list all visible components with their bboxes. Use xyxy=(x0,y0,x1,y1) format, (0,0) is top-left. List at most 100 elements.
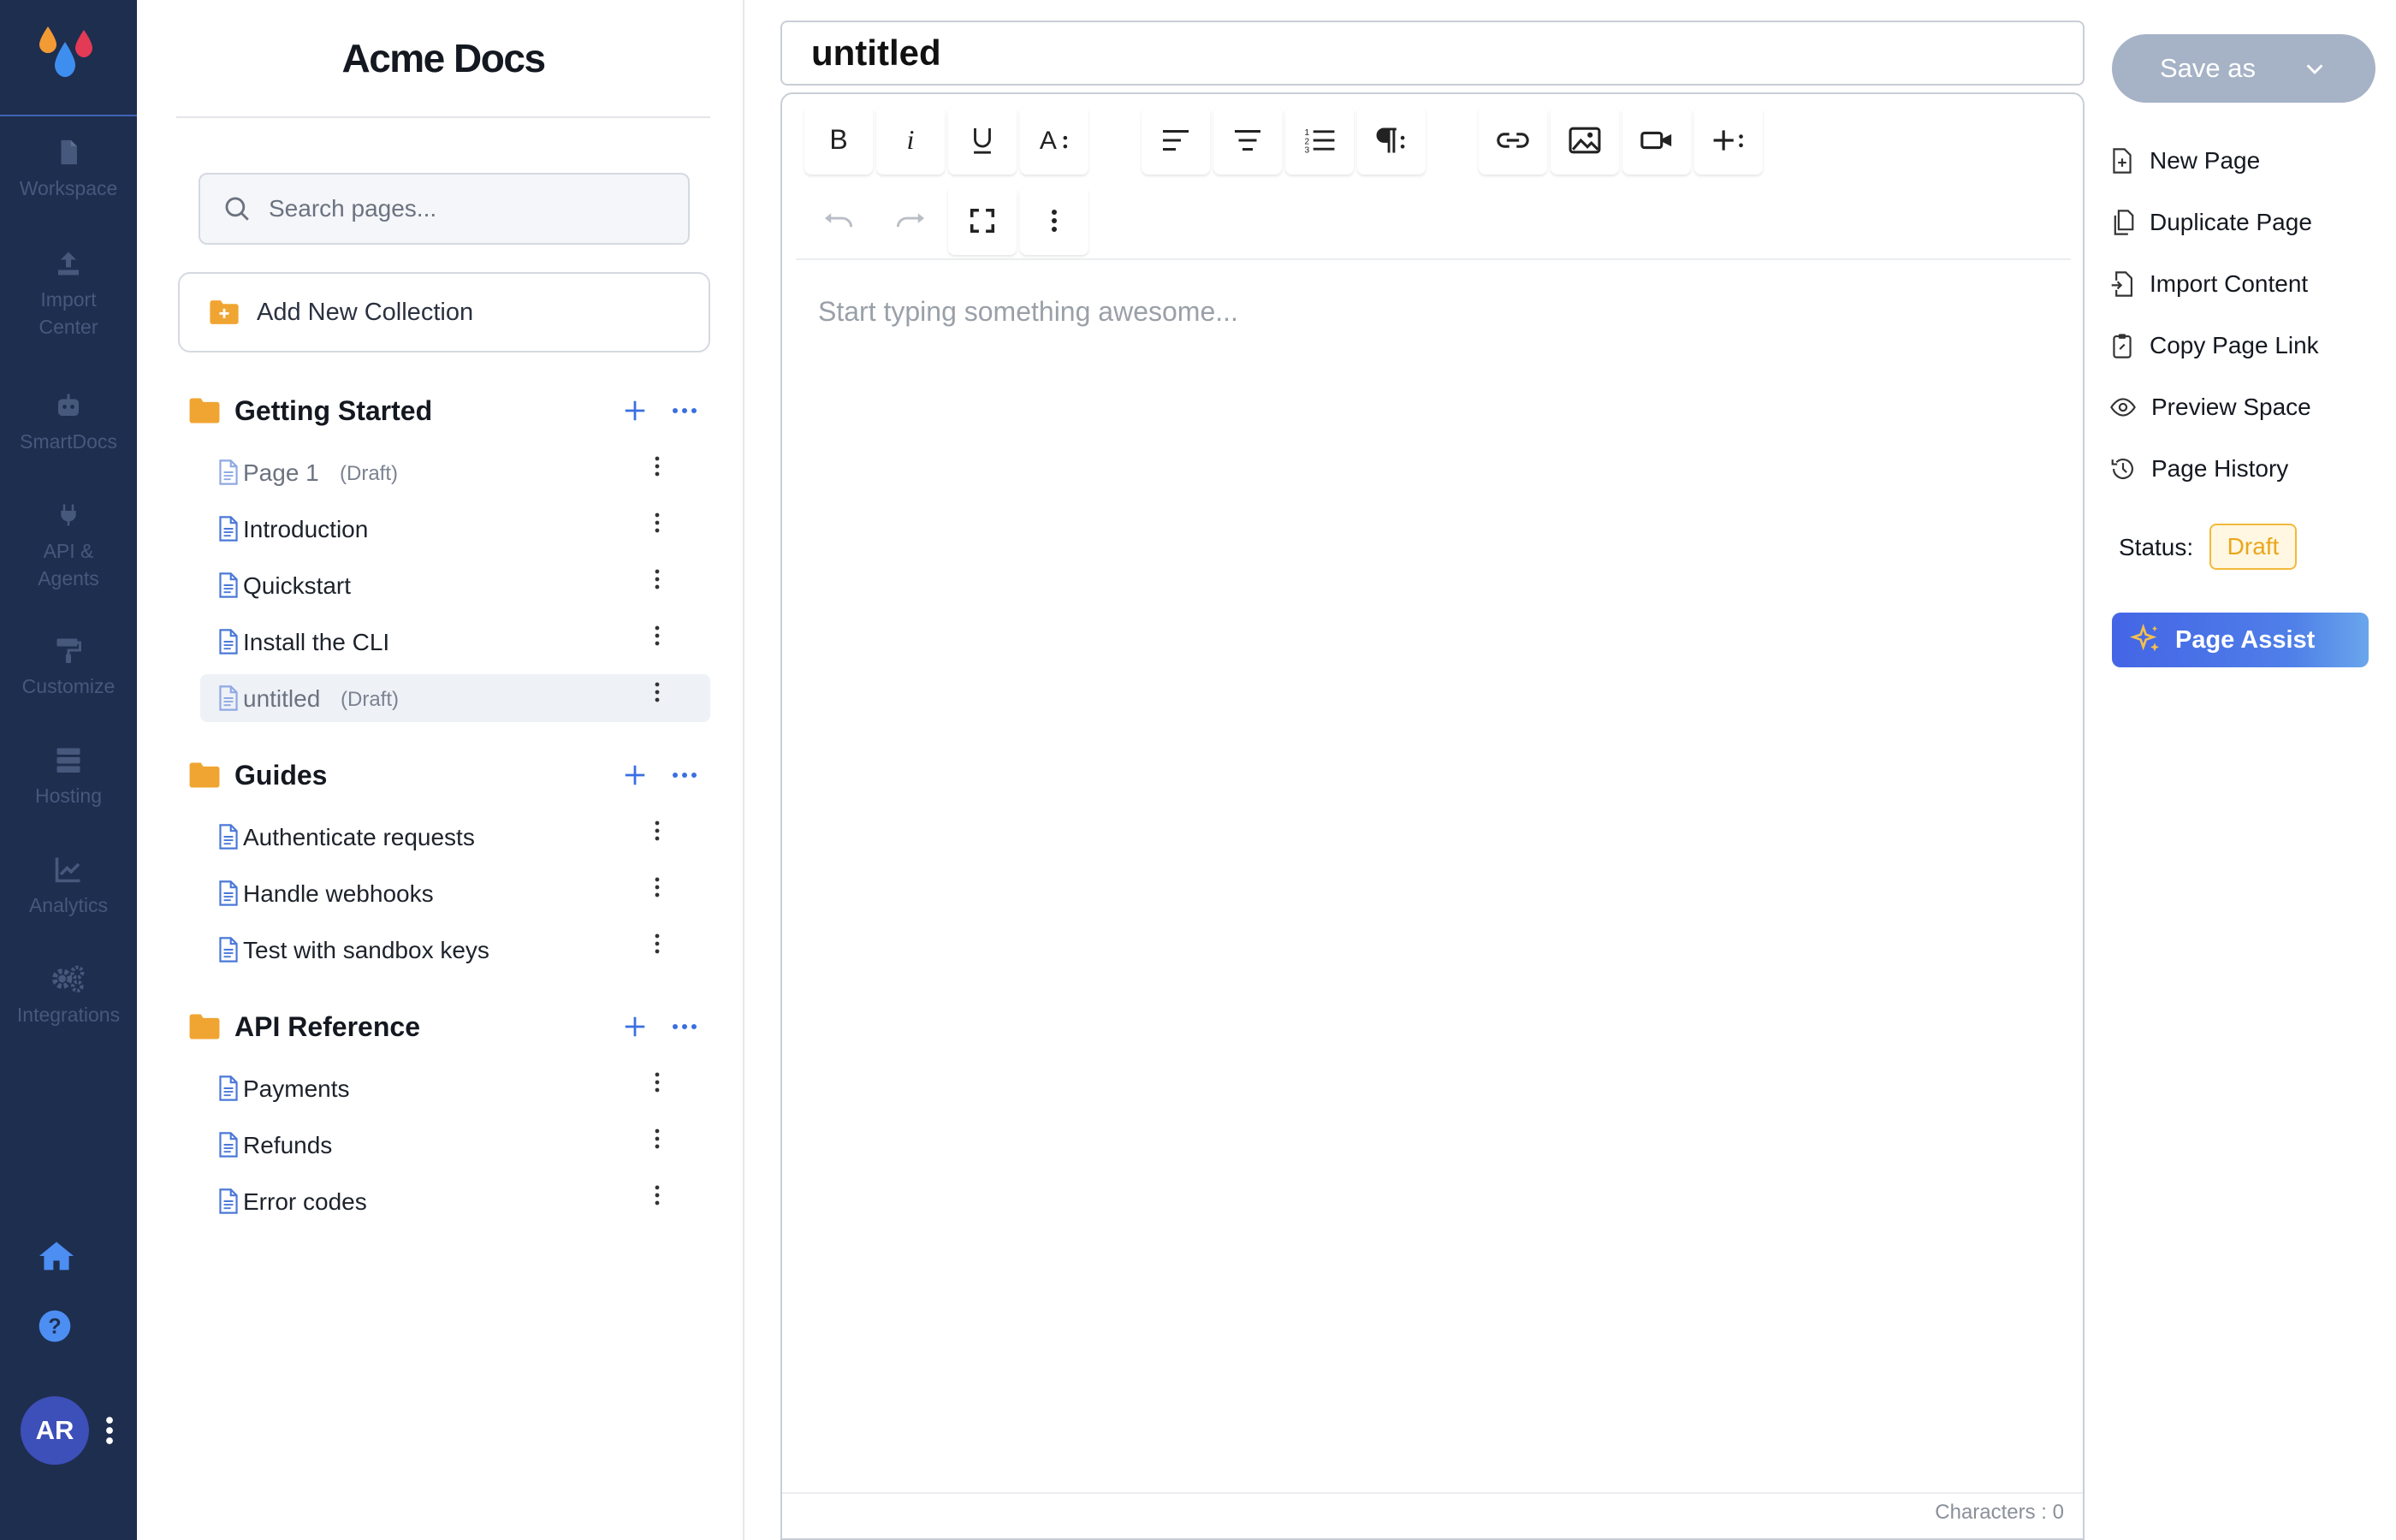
svg-text:A: A xyxy=(1040,127,1057,154)
align-left-icon xyxy=(1163,130,1189,151)
insert-more-button[interactable] xyxy=(1694,106,1763,175)
document-icon xyxy=(219,1075,238,1101)
text-style-button[interactable]: A xyxy=(1020,106,1088,175)
copy-icon xyxy=(2114,210,2134,235)
toolbar-divider xyxy=(796,258,2071,260)
italic-button[interactable]: i xyxy=(876,106,945,175)
page-row[interactable]: Introduction xyxy=(200,505,710,553)
page-row[interactable]: Authenticate requests xyxy=(200,813,710,861)
video-button[interactable] xyxy=(1622,106,1691,175)
collection-header-getting-started[interactable]: Getting Started xyxy=(188,385,702,436)
collection-more-icon[interactable] xyxy=(667,758,702,792)
app-logo[interactable] xyxy=(0,0,137,116)
user-avatar[interactable]: AR xyxy=(21,1396,89,1465)
add-page-plus-icon[interactable] xyxy=(618,394,652,428)
page-menu-kebab-icon[interactable] xyxy=(654,933,678,967)
undo-button[interactable] xyxy=(804,187,873,255)
nav-item-integrations[interactable]: Integrations xyxy=(0,963,137,1057)
home-icon[interactable] xyxy=(38,1239,75,1276)
new-page-action[interactable]: New Page xyxy=(2110,139,2260,183)
image-button[interactable] xyxy=(1551,106,1619,175)
page-row[interactable]: Test with sandbox keys xyxy=(200,926,710,974)
bold-button[interactable]: B xyxy=(804,106,873,175)
page-menu-kebab-icon[interactable] xyxy=(654,1128,678,1162)
fullscreen-button[interactable] xyxy=(948,187,1017,255)
add-page-plus-icon[interactable] xyxy=(618,1010,652,1044)
nav-item-label: Hosting xyxy=(35,785,102,807)
page-row[interactable]: Page 1 (Draft) xyxy=(200,448,710,496)
add-page-plus-icon[interactable] xyxy=(618,758,652,792)
document-icon xyxy=(219,1132,238,1158)
collection-header-api-reference[interactable]: API Reference xyxy=(188,1001,702,1052)
page-row[interactable]: Error codes xyxy=(200,1177,710,1225)
plug-icon xyxy=(61,504,76,526)
document-icon xyxy=(219,459,238,485)
collection-more-icon[interactable] xyxy=(667,394,702,428)
editor-placeholder[interactable]: Start typing something awesome... xyxy=(818,296,1238,328)
align-left-button[interactable] xyxy=(1142,106,1210,175)
align-center-button[interactable] xyxy=(1213,106,1282,175)
plus-more-icon xyxy=(1713,130,1743,151)
collection-more-icon[interactable] xyxy=(667,1010,702,1044)
avatar-menu-kebab-icon[interactable] xyxy=(101,1415,118,1446)
copy-page-link-action[interactable]: Copy Page Link xyxy=(2110,323,2319,368)
page-menu-kebab-icon[interactable] xyxy=(654,512,678,546)
page-menu-kebab-icon[interactable] xyxy=(654,625,678,659)
help-icon[interactable]: ? xyxy=(38,1309,75,1347)
nav-item-customize[interactable]: Customize xyxy=(0,635,137,729)
ordered-list-button[interactable]: 123 xyxy=(1285,106,1354,175)
page-row[interactable]: Quickstart xyxy=(200,561,710,609)
file-plus-icon xyxy=(2113,148,2132,174)
underline-button[interactable] xyxy=(948,106,1017,175)
page-row[interactable]: Refunds xyxy=(200,1121,710,1169)
page-menu-kebab-icon[interactable] xyxy=(654,1071,678,1105)
nav-item-hosting[interactable]: Hosting xyxy=(0,744,137,838)
preview-space-action[interactable]: Preview Space xyxy=(2110,385,2311,429)
page-label: Refunds xyxy=(243,1132,333,1158)
page-row[interactable]: Handle webhooks xyxy=(200,869,710,917)
collection-header-guides[interactable]: Guides xyxy=(188,749,702,801)
page-menu-kebab-icon[interactable] xyxy=(654,820,678,854)
nav-item-smartdocs[interactable]: SmartDocs xyxy=(0,390,137,484)
file-icon xyxy=(61,139,77,165)
page-menu-kebab-icon[interactable] xyxy=(654,455,678,489)
add-collection-button[interactable]: Add New Collection xyxy=(178,272,710,352)
page-row[interactable]: Install the CLI xyxy=(200,618,710,666)
nav-item-analytics[interactable]: Analytics xyxy=(0,854,137,948)
more-options-button[interactable] xyxy=(1020,187,1088,255)
nav-item-api-agents[interactable]: API & Agents xyxy=(0,500,137,594)
page-row[interactable]: Payments xyxy=(200,1064,710,1112)
underline-icon xyxy=(974,127,991,154)
page-title-input[interactable]: untitled xyxy=(780,21,2085,86)
nav-item-import-center[interactable]: Import Center xyxy=(0,248,137,342)
folder-plus-icon xyxy=(210,300,239,324)
action-label: Import Content xyxy=(2150,270,2309,297)
link-button[interactable] xyxy=(1479,106,1547,175)
svg-text:i: i xyxy=(907,127,915,154)
search-box[interactable] xyxy=(199,173,690,245)
undo-icon xyxy=(824,213,853,228)
nav-item-workspace[interactable]: Workspace xyxy=(0,137,137,231)
page-history-action[interactable]: Page History xyxy=(2110,447,2288,491)
page-row[interactable]: untitled (Draft) xyxy=(200,674,710,722)
redo-button[interactable] xyxy=(876,187,945,255)
character-count: Characters : 0 xyxy=(1935,1501,2064,1524)
page-menu-kebab-icon[interactable] xyxy=(654,568,678,602)
page-label: Page 1 xyxy=(243,459,319,486)
duplicate-page-action[interactable]: Duplicate Page xyxy=(2110,200,2312,245)
page-menu-kebab-icon[interactable] xyxy=(654,876,678,910)
page-menu-kebab-icon[interactable] xyxy=(654,1184,678,1218)
bold-icon: B xyxy=(829,127,847,154)
search-input[interactable] xyxy=(269,195,679,222)
add-collection-label: Add New Collection xyxy=(257,298,474,326)
brand-header: Acme Docs xyxy=(176,0,710,118)
page-assist-button[interactable]: Page Assist xyxy=(2112,613,2369,667)
folder-icon xyxy=(189,398,220,424)
paragraph-button[interactable] xyxy=(1357,106,1426,175)
nav-item-label: Analytics xyxy=(28,894,109,916)
import-content-action[interactable]: Import Content xyxy=(2110,262,2308,306)
draft-tag: (Draft) xyxy=(341,688,399,711)
page-menu-kebab-icon[interactable] xyxy=(654,681,678,715)
save-as-button[interactable]: Save as xyxy=(2112,34,2375,103)
chart-line-icon xyxy=(55,857,80,883)
